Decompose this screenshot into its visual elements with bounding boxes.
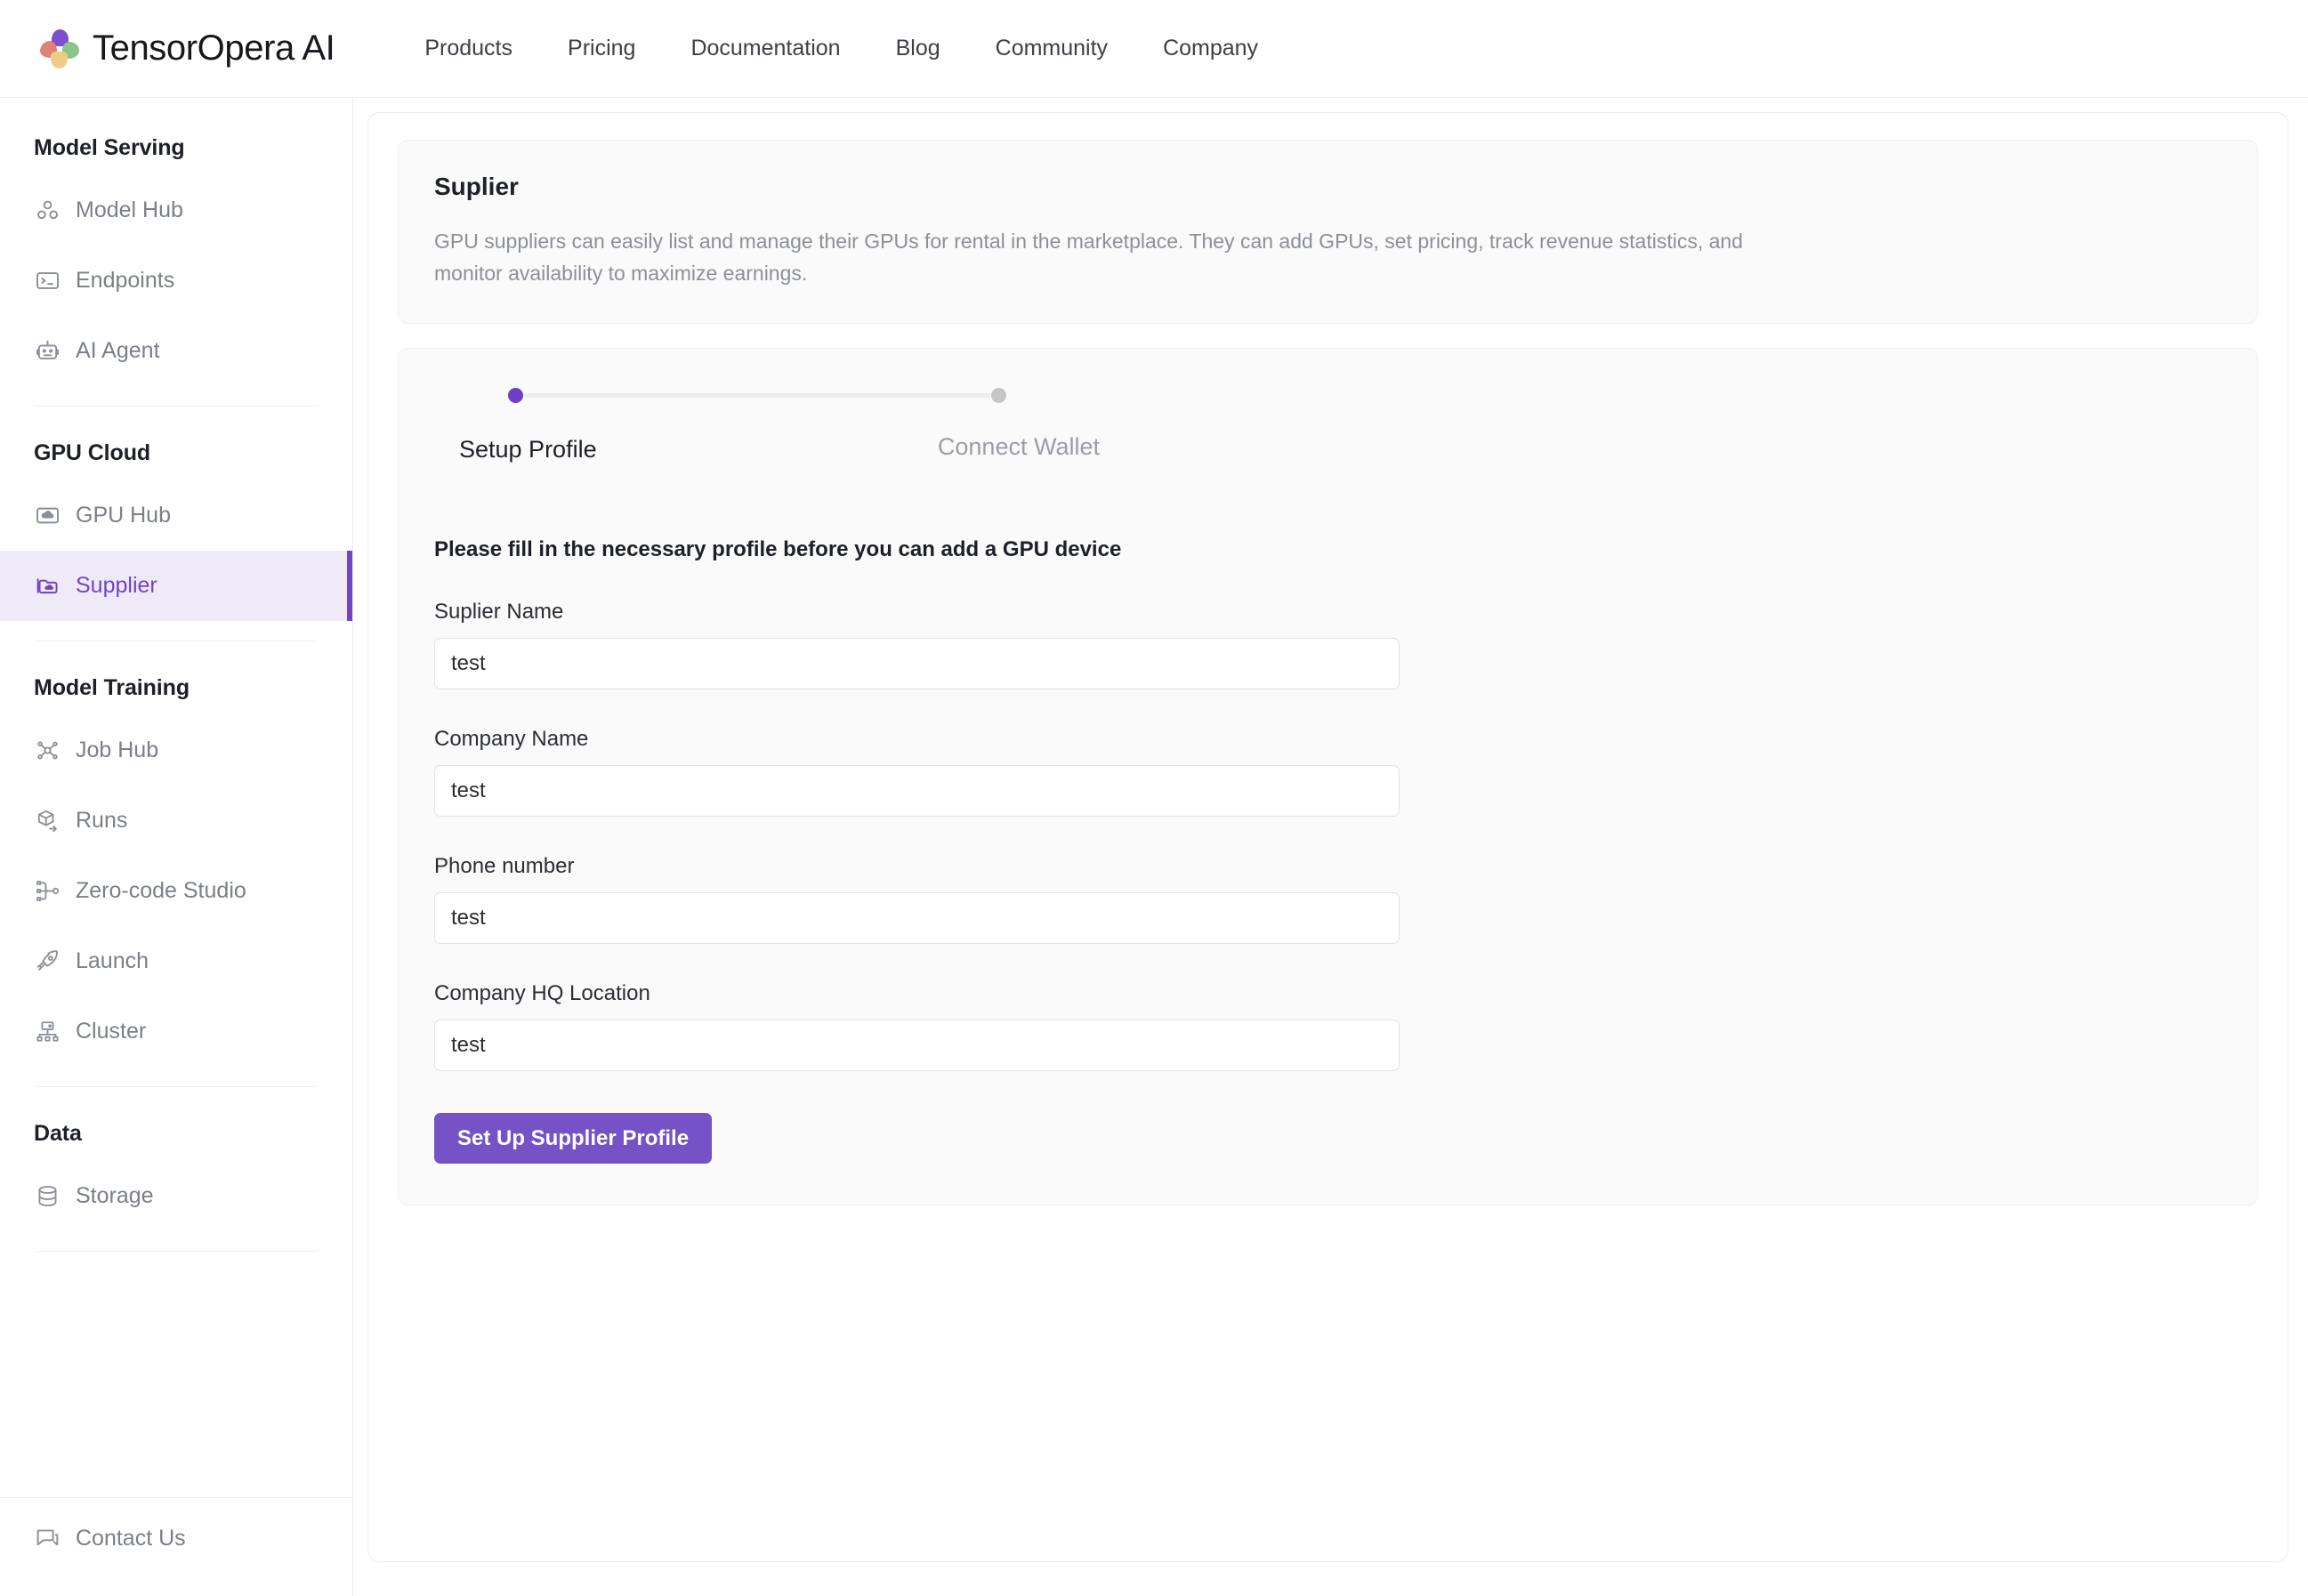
folders-cloud-icon — [34, 573, 61, 600]
sidebar-group-model-serving: Model Serving — [34, 135, 185, 160]
sidebar-item-label: Contact Us — [76, 1525, 186, 1551]
tensoropera-flower-icon — [39, 28, 80, 69]
field-suplier-name: Suplier Name — [434, 600, 2222, 690]
sidebar-group-data: Data — [34, 1121, 82, 1146]
field-label: Company Name — [434, 727, 589, 752]
main-nav: Products Pricing Documentation Blog Comm… — [397, 27, 1286, 70]
stepper-connector-line — [524, 393, 990, 399]
supplier-intro-card: Suplier GPU suppliers can easily list an… — [398, 140, 2258, 325]
sidebar-item-runs[interactable]: Runs — [0, 786, 352, 856]
robot-icon — [34, 338, 61, 365]
sidebar-item-storage[interactable]: Storage — [0, 1161, 352, 1231]
sidebar-item-job-hub[interactable]: Job Hub — [0, 715, 352, 786]
stepper-track — [508, 388, 1006, 404]
sidebar-group-model-training: Model Training — [34, 675, 190, 700]
company-hq-location-input[interactable] — [434, 1020, 1400, 1072]
sidebar-item-endpoints[interactable]: Endpoints — [0, 246, 352, 316]
nav-item-company[interactable]: Company — [1135, 27, 1286, 70]
form-hint: Please fill in the necessary profile bef… — [434, 537, 1122, 562]
step-dot-setup-profile[interactable] — [508, 388, 523, 404]
sidebar-item-ai-agent[interactable]: AI Agent — [0, 316, 352, 386]
sidebar-divider-4 — [34, 1251, 319, 1252]
sidebar-item-contact-us[interactable]: Contact Us — [0, 1507, 352, 1569]
sidebar-item-label: Model Hub — [76, 197, 183, 222]
sidebar-item-model-hub[interactable]: Model Hub — [0, 175, 352, 246]
terminal-icon — [34, 268, 61, 294]
nav-item-community[interactable]: Community — [968, 27, 1135, 70]
setup-stepper: Setup Profile Connect Wallet — [459, 388, 1100, 475]
field-label: Suplier Name — [434, 600, 564, 625]
setup-profile-card: Setup Profile Connect Wallet Please fill… — [398, 348, 2258, 1206]
nav-item-products[interactable]: Products — [397, 27, 540, 70]
sidebar-divider-3 — [34, 1086, 319, 1087]
sidebar-footer: Contact Us — [0, 1497, 352, 1596]
cube-arrow-icon — [34, 808, 61, 834]
body-row: Model Serving Model Hub Endpoints AI Age… — [0, 98, 2308, 1596]
sidebar-item-label: Runs — [76, 808, 128, 833]
sidebar-divider-1 — [34, 406, 319, 407]
top-header: TensorOpera AI Products Pricing Document… — [0, 0, 2308, 98]
nav-item-blog[interactable]: Blog — [868, 27, 968, 70]
sidebar-item-label: Zero-code Studio — [76, 878, 246, 903]
app-root: TensorOpera AI Products Pricing Document… — [0, 0, 2308, 1596]
rocket-icon — [34, 948, 61, 975]
sidebar-item-label: Storage — [76, 1183, 154, 1208]
suplier-name-input[interactable] — [434, 638, 1400, 690]
database-icon — [34, 1183, 61, 1210]
chat-icon — [34, 1525, 61, 1552]
stepper-labels: Setup Profile Connect Wallet — [459, 433, 1100, 475]
network-nodes-icon — [34, 738, 61, 764]
phone-number-input[interactable] — [434, 892, 1400, 945]
step-label-setup-profile[interactable]: Setup Profile — [459, 436, 597, 463]
field-phone-number: Phone number — [434, 854, 2222, 945]
nav-item-documentation[interactable]: Documentation — [663, 27, 868, 70]
sidebar-item-label: Launch — [76, 948, 149, 973]
sidebar-item-gpu-hub[interactable]: GPU Hub — [0, 480, 352, 551]
sidebar-scroll: Model Serving Model Hub Endpoints AI Age… — [0, 98, 352, 1497]
page-title: Suplier — [434, 173, 519, 200]
brand-name: TensorOpera AI — [93, 28, 335, 68]
main-panel: Suplier GPU suppliers can easily list an… — [367, 112, 2288, 1562]
cloud-box-icon — [34, 503, 61, 529]
field-label: Phone number — [434, 854, 575, 879]
field-company-hq-location: Company HQ Location — [434, 981, 2222, 1072]
brand-logo[interactable]: TensorOpera AI — [39, 28, 335, 69]
sidebar-item-launch[interactable]: Launch — [0, 926, 352, 996]
sidebar-item-zero-code-studio[interactable]: Zero-code Studio — [0, 856, 352, 926]
field-label: Company HQ Location — [434, 981, 650, 1006]
sidebar: Model Serving Model Hub Endpoints AI Age… — [0, 98, 353, 1596]
sidebar-item-label: Supplier — [76, 573, 157, 598]
sidebar-item-label: Cluster — [76, 1019, 147, 1044]
sidebar-item-cluster[interactable]: Cluster — [0, 996, 352, 1067]
sidebar-item-label: AI Agent — [76, 338, 160, 363]
sidebar-item-label: GPU Hub — [76, 503, 171, 528]
sidebar-item-label: Job Hub — [76, 738, 159, 762]
step-label-connect-wallet[interactable]: Connect Wallet — [938, 433, 1100, 461]
sidebar-item-label: Endpoints — [76, 268, 175, 293]
set-up-supplier-profile-button[interactable]: Set Up Supplier Profile — [434, 1113, 713, 1165]
boxes-icon — [34, 197, 61, 224]
page-description: GPU suppliers can easily list and manage… — [434, 230, 1743, 285]
field-company-name: Company Name — [434, 727, 2222, 818]
step-dot-connect-wallet[interactable] — [991, 388, 1006, 404]
sidebar-item-supplier[interactable]: Supplier — [0, 551, 352, 621]
nav-item-pricing[interactable]: Pricing — [540, 27, 663, 70]
cluster-icon — [34, 1019, 61, 1045]
flow-branch-icon — [34, 878, 61, 905]
sidebar-group-gpu-cloud: GPU Cloud — [34, 440, 151, 465]
main-content: Suplier GPU suppliers can easily list an… — [353, 98, 2308, 1596]
company-name-input[interactable] — [434, 765, 1400, 818]
